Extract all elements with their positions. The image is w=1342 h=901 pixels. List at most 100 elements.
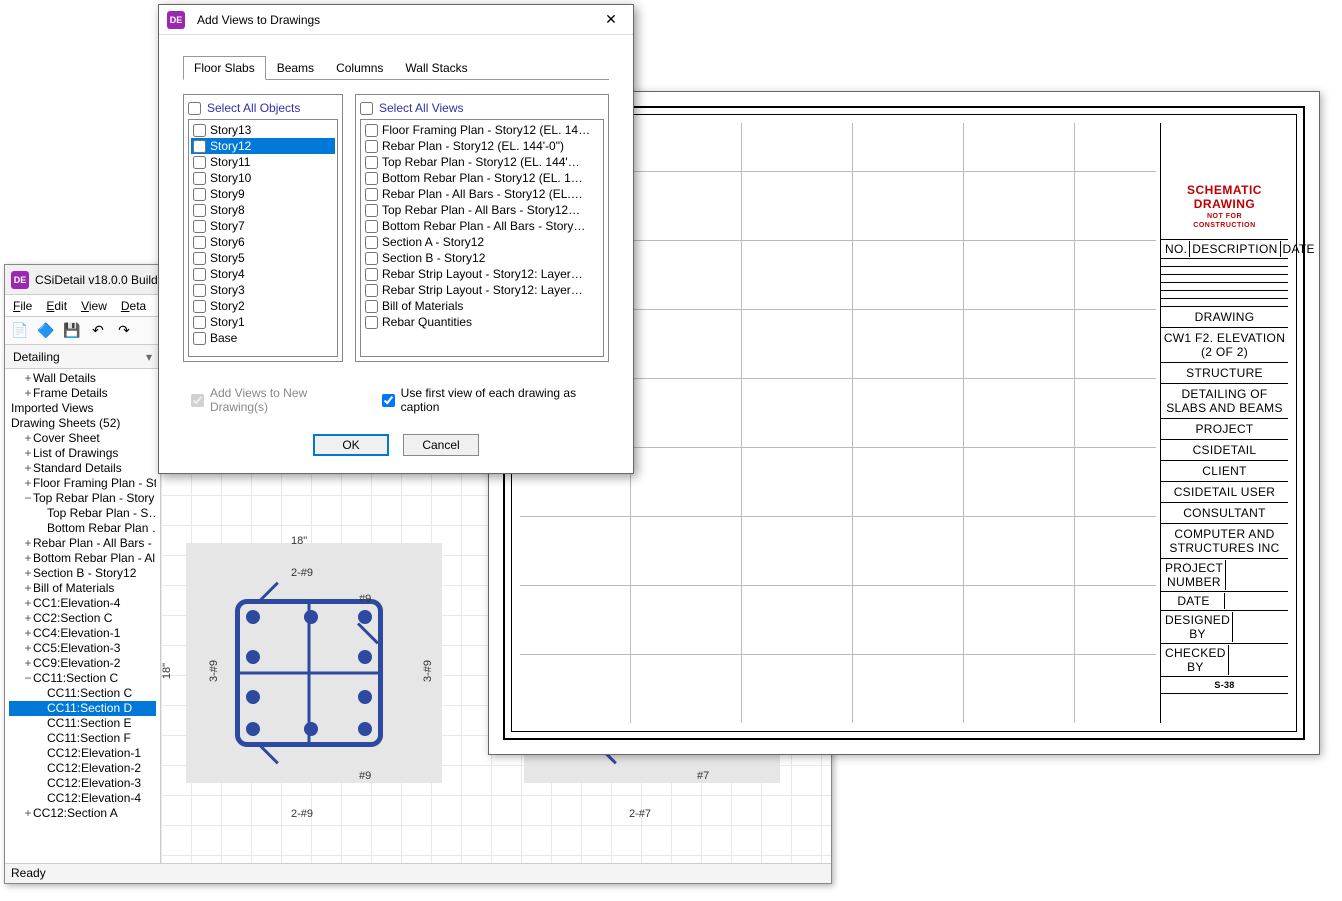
tree-item[interactable]: CC12:Elevation-1	[9, 746, 156, 761]
tree-item[interactable]: Bottom Rebar Plan …	[9, 521, 156, 536]
view-item[interactable]: Top Rebar Plan - Story12 (EL. 144'…	[363, 154, 601, 170]
tree-item[interactable]: CC12:Elevation-4	[9, 791, 156, 806]
tree-item[interactable]: CC11:Section F	[9, 731, 156, 746]
dialog-tabs: Floor SlabsBeamsColumnsWall Stacks	[183, 55, 609, 80]
tree-item[interactable]: +Standard Details	[9, 461, 156, 476]
sidebar-tab-detailing[interactable]: Detailing	[5, 345, 160, 369]
tree-item[interactable]: +CC2:Section C	[9, 611, 156, 626]
view-item[interactable]: Top Rebar Plan - All Bars - Story12…	[363, 202, 601, 218]
tab-beams[interactable]: Beams	[266, 56, 325, 80]
tree-item[interactable]: +Wall Details	[9, 371, 156, 386]
objects-list[interactable]: Story13Story12Story11Story10Story9Story8…	[188, 119, 338, 357]
sectc-dim-h: 18"	[161, 663, 173, 679]
dialog-title: Add Views to Drawings	[197, 13, 597, 27]
sectc-side-l: 3-#9	[208, 660, 220, 682]
view-item[interactable]: Rebar Plan - All Bars - Story12 (EL.…	[363, 186, 601, 202]
object-item[interactable]: Story9	[191, 186, 335, 202]
object-item[interactable]: Story1	[191, 314, 335, 330]
stamp-line2: NOT FOR	[1165, 213, 1284, 220]
object-item[interactable]: Story6	[191, 234, 335, 250]
menu-file[interactable]: File	[13, 299, 32, 312]
tree-item[interactable]: CC11:Section E	[9, 716, 156, 731]
sheet-number: S-38	[1161, 676, 1288, 693]
title-block: SCHEMATIC DRAWING NOT FOR CONSTRUCTION N…	[1160, 123, 1288, 723]
sidebar: Detailing +Wall Details+Frame DetailsImp…	[5, 345, 161, 863]
tree-item[interactable]: +Rebar Plan - All Bars - …	[9, 536, 156, 551]
object-item[interactable]: Story10	[191, 170, 335, 186]
tree-item[interactable]: +CC5:Elevation-3	[9, 641, 156, 656]
cancel-button[interactable]: Cancel	[403, 434, 479, 456]
tree-item[interactable]: +Section B - Story12	[9, 566, 156, 581]
tree-item[interactable]: +CC4:Elevation-1	[9, 626, 156, 641]
tree-item[interactable]: +CC1:Elevation-4	[9, 596, 156, 611]
dialog-close-icon[interactable]: ✕	[597, 8, 625, 32]
view-item[interactable]: Bottom Rebar Plan - All Bars - Story…	[363, 218, 601, 234]
tree-item[interactable]: +Bill of Materials	[9, 581, 156, 596]
opt-caption[interactable]: Use first view of each drawing as captio…	[382, 386, 609, 414]
tree-item[interactable]: +Cover Sheet	[9, 431, 156, 446]
tree-item[interactable]: +CC12:Section A	[9, 806, 156, 821]
menu-detail[interactable]: Deta	[121, 299, 146, 312]
object-item[interactable]: Base	[191, 330, 335, 346]
tree-item[interactable]: CC11:Section D	[9, 701, 156, 716]
opt-add-new[interactable]: Add Views to New Drawing(s)	[191, 386, 362, 414]
object-item[interactable]: Story3	[191, 282, 335, 298]
sectc-top: 2-#9	[291, 567, 313, 579]
tree-item[interactable]: +List of Drawings	[9, 446, 156, 461]
object-item[interactable]: Story13	[191, 122, 335, 138]
tab-floor-slabs[interactable]: Floor Slabs	[183, 56, 266, 80]
object-item[interactable]: Story2	[191, 298, 335, 314]
menu-edit[interactable]: Edit	[46, 299, 67, 312]
new-icon[interactable]: 📄	[9, 320, 31, 342]
view-item[interactable]: Section B - Story12	[363, 250, 601, 266]
tree-item[interactable]: +CC9:Elevation-2	[9, 656, 156, 671]
tab-wall-stacks[interactable]: Wall Stacks	[394, 56, 478, 80]
tree-item[interactable]: CC11:Section C	[9, 686, 156, 701]
sectc-side-r: 3-#9	[422, 660, 434, 682]
tree-item[interactable]: +Bottom Rebar Plan - Al…	[9, 551, 156, 566]
views-list[interactable]: Floor Framing Plan - Story12 (EL. 14…Reb…	[360, 119, 604, 357]
tab-columns[interactable]: Columns	[325, 56, 394, 80]
stamp-line3: CONSTRUCTION	[1165, 222, 1284, 229]
view-item[interactable]: Bottom Rebar Plan - Story12 (EL. 1…	[363, 170, 601, 186]
ok-button[interactable]: OK	[313, 434, 389, 456]
object-item[interactable]: Story5	[191, 250, 335, 266]
tree-item[interactable]: +Frame Details	[9, 386, 156, 401]
stamp-line1: SCHEMATIC DRAWING	[1165, 183, 1284, 211]
view-item[interactable]: Section A - Story12	[363, 234, 601, 250]
sectc-tie1: #9	[359, 593, 371, 605]
sectc-bot: 2-#9	[291, 808, 313, 820]
tree-item[interactable]: Imported Views	[9, 401, 156, 416]
view-item[interactable]: Rebar Strip Layout - Story12: Layer…	[363, 266, 601, 282]
redo-icon[interactable]: ↷	[113, 320, 135, 342]
tree-item[interactable]: Drawing Sheets (52)	[9, 416, 156, 431]
object-item[interactable]: Story12	[191, 138, 335, 154]
save-icon[interactable]: 💾	[61, 320, 83, 342]
dialog-app-icon: DE	[167, 11, 185, 29]
sectc-dim-width: 18"	[291, 535, 307, 547]
tree-item[interactable]: Top Rebar Plan - S…	[9, 506, 156, 521]
app-icon: DE	[11, 271, 29, 289]
object-item[interactable]: Story4	[191, 266, 335, 282]
object-item[interactable]: Story11	[191, 154, 335, 170]
view-item[interactable]: Rebar Plan - Story12 (EL. 144'-0")	[363, 138, 601, 154]
object-item[interactable]: Story7	[191, 218, 335, 234]
view-item[interactable]: Rebar Strip Layout - Story12: Layer…	[363, 282, 601, 298]
view-item[interactable]: Floor Framing Plan - Story12 (EL. 14…	[363, 122, 601, 138]
undo-icon[interactable]: ↶	[87, 320, 109, 342]
open-icon[interactable]: 🔷	[35, 320, 57, 342]
tree-item[interactable]: +Floor Framing Plan - St…	[9, 476, 156, 491]
detailing-tree[interactable]: +Wall Details+Frame DetailsImported View…	[5, 369, 160, 863]
add-views-dialog: DE Add Views to Drawings ✕ Floor SlabsBe…	[158, 4, 634, 474]
select-all-views[interactable]: Select All Views	[360, 99, 604, 119]
tree-item[interactable]: −CC11:Section C	[9, 671, 156, 686]
statusbar: Ready	[5, 863, 831, 883]
view-item[interactable]: Rebar Quantities	[363, 314, 601, 330]
tree-item[interactable]: −Top Rebar Plan - Story…	[9, 491, 156, 506]
view-item[interactable]: Bill of Materials	[363, 298, 601, 314]
object-item[interactable]: Story8	[191, 202, 335, 218]
select-all-objects[interactable]: Select All Objects	[188, 99, 338, 119]
menu-view[interactable]: View	[81, 299, 107, 312]
tree-item[interactable]: CC12:Elevation-3	[9, 776, 156, 791]
tree-item[interactable]: CC12:Elevation-2	[9, 761, 156, 776]
